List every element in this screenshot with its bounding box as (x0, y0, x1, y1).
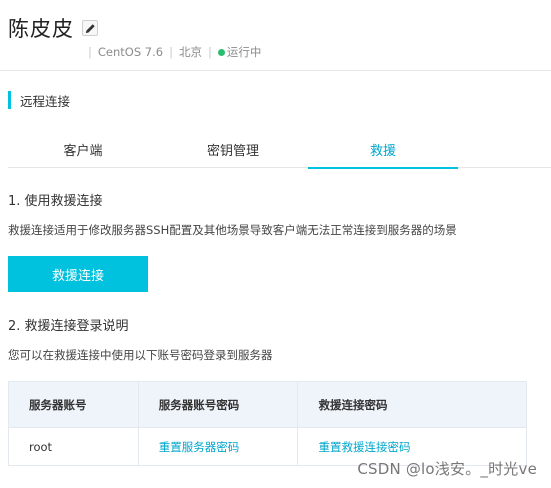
section-accent-bar (8, 91, 11, 109)
tab-rescue[interactable]: 救援 (308, 131, 458, 169)
table-header-row: 服务器账号 服务器账号密码 救援连接密码 (8, 381, 527, 428)
section-title: 远程连接 (20, 93, 71, 109)
section-header: 远程连接 (8, 91, 70, 109)
status-dot-icon (217, 48, 225, 56)
column-header-rescue-password: 救援连接密码 (297, 381, 527, 428)
tab-client[interactable]: 客户端 (8, 131, 158, 168)
status-text: 运行中 (226, 45, 262, 59)
reset-server-password-link[interactable]: 重置服务器密码 (159, 440, 240, 454)
edit-name-button[interactable] (82, 20, 98, 36)
header-divider (0, 70, 551, 71)
reset-rescue-password-link[interactable]: 重置救援连接密码 (318, 440, 410, 454)
region-label: 北京 (178, 45, 202, 59)
account-cell: root (8, 427, 139, 466)
step2-description: 您可以在救援连接中使用以下账号密码登录到服务器 (8, 348, 273, 362)
column-header-account: 服务器账号 (8, 381, 139, 428)
instance-meta: | CentOS 7.6 | 北京 | 运行中 (88, 44, 262, 60)
instance-header: 陈皮皮 | CentOS 7.6 | 北京 | 运行中 (8, 14, 551, 60)
pencil-icon (85, 23, 95, 33)
credentials-table: 服务器账号 服务器账号密码 救援连接密码 root 重置服务器密码 重置救援连接… (8, 381, 527, 466)
instance-name: 陈皮皮 (8, 17, 74, 41)
step1-heading: 1. 使用救援连接 (8, 194, 103, 209)
watermark: CSDN @lo浅安。_时光ve (357, 460, 537, 478)
step2-heading: 2. 救援连接登录说明 (8, 319, 129, 334)
column-header-account-password: 服务器账号密码 (138, 381, 299, 428)
os-label: CentOS 7.6 (97, 45, 164, 59)
rescue-connect-button[interactable]: 救援连接 (8, 256, 148, 292)
status-badge: 运行中 (217, 44, 262, 60)
tab-key-management[interactable]: 密钥管理 (158, 131, 308, 168)
connection-tabs: 客户端 密钥管理 救援 (8, 131, 551, 169)
step1-description: 救援连接适用于修改服务器SSH配置及其他场景导致客户端无法正常连接到服务器的场景 (8, 223, 457, 237)
